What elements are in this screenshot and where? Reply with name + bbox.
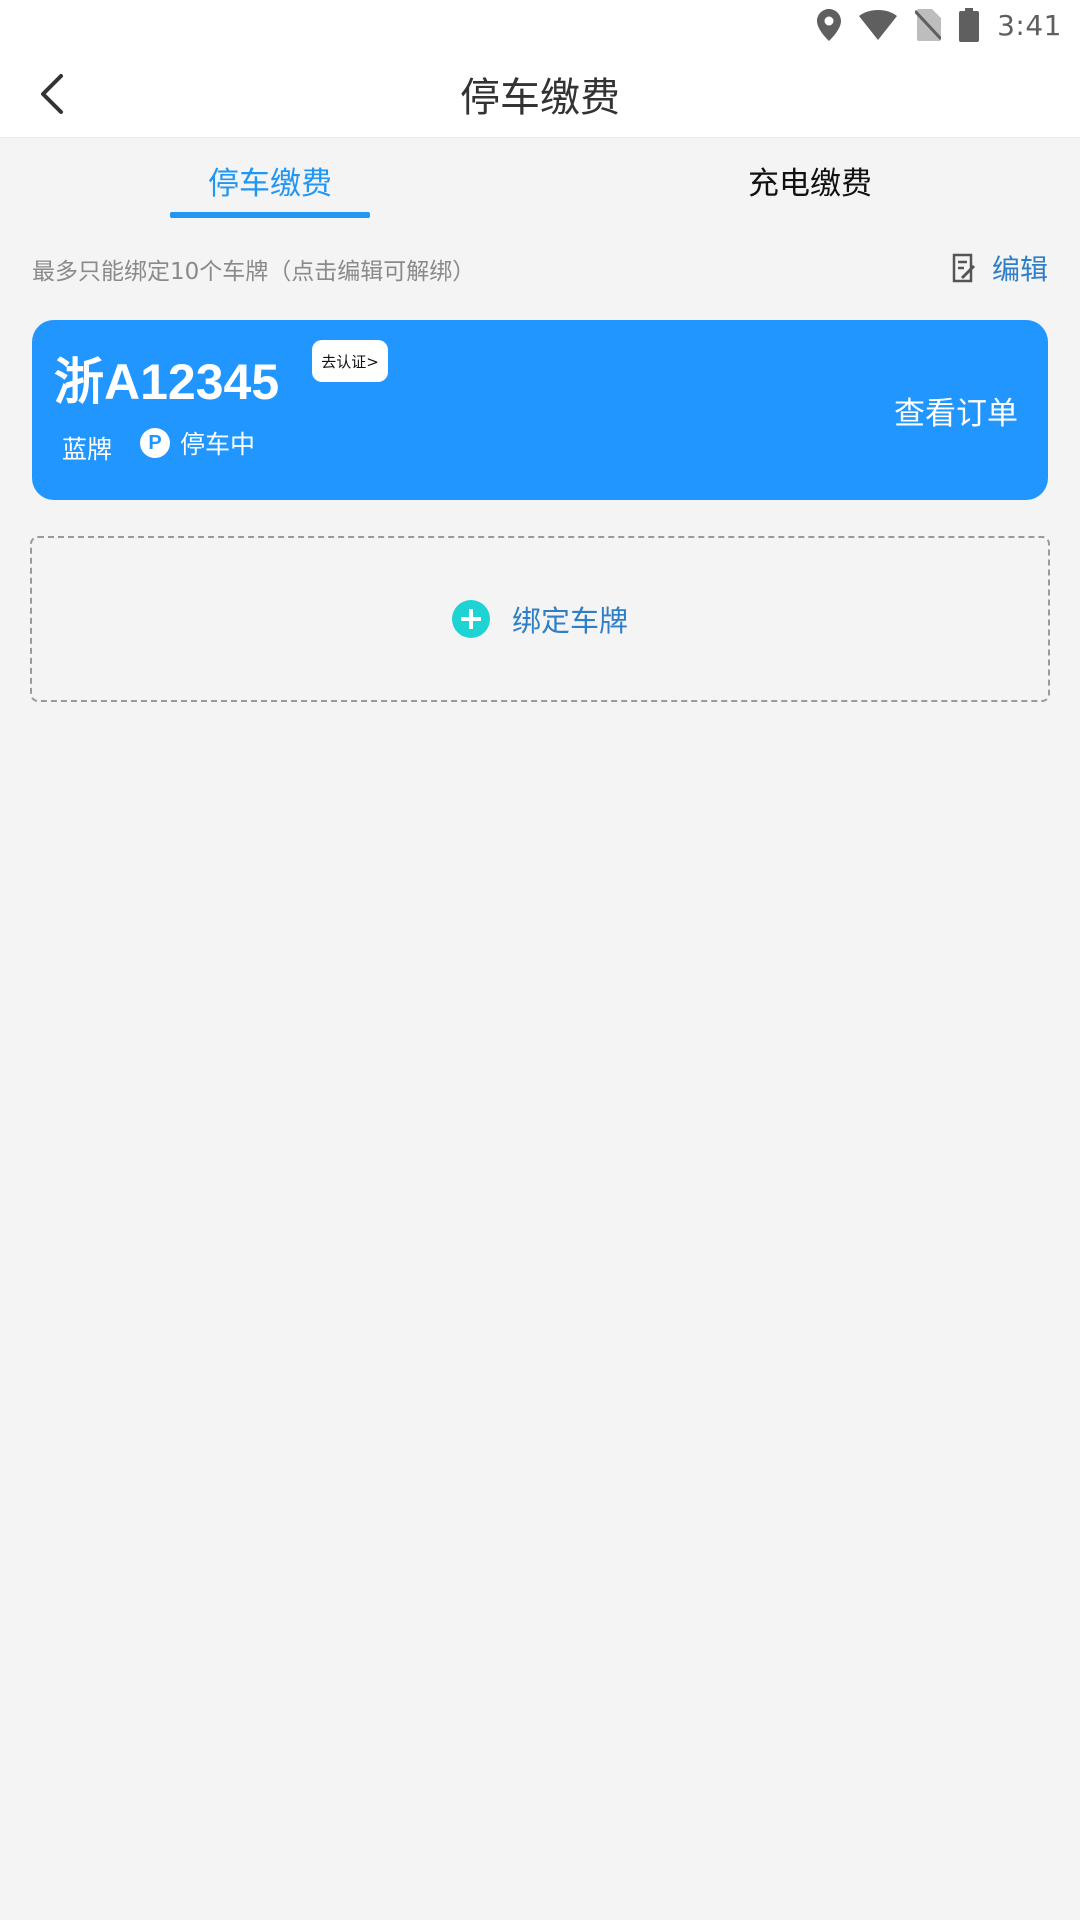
plate-card[interactable]: 浙A12345 去认证> 蓝牌 P 停车中 查看订单 (32, 320, 1048, 500)
location-icon (817, 9, 842, 41)
battery-icon (959, 8, 980, 42)
edit-note-icon (952, 253, 976, 283)
tab-charging-payment[interactable]: 充电缴费 (540, 139, 1080, 221)
parking-icon: P (140, 428, 170, 458)
bind-plate-label: 绑定车牌 (511, 604, 628, 638)
parking-status-label: 停车中 (180, 430, 256, 459)
bind-plate-button[interactable]: 绑定车牌 (30, 536, 1050, 702)
hint-row: 最多只能绑定10个车牌（点击编辑可解绑） 编辑 (0, 240, 1080, 296)
wifi-icon (859, 10, 898, 40)
plate-number: 浙A12345 (54, 354, 280, 410)
tab-bar: 停车缴费 充电缴费 (0, 139, 1080, 221)
edit-label: 编辑 (991, 253, 1048, 286)
status-time: 3:41 (997, 8, 1062, 42)
bind-limit-hint: 最多只能绑定10个车牌（点击编辑可解绑） (32, 259, 476, 285)
no-sim-icon (915, 9, 942, 41)
app-bar: 停车缴费 (0, 50, 1080, 138)
page-title: 停车缴费 (460, 75, 620, 121)
certify-button[interactable]: 去认证> (312, 340, 388, 382)
edit-button[interactable]: 编辑 (952, 244, 1048, 292)
parking-status: P 停车中 (140, 426, 255, 460)
bind-plate-content: 绑定车牌 (451, 598, 628, 640)
plate-color-label: 蓝牌 (62, 435, 113, 464)
tab-active-indicator (170, 212, 370, 218)
view-orders-button[interactable]: 查看订单 (894, 388, 1018, 433)
status-bar: 3:41 (0, 0, 1080, 50)
plus-circle-icon (451, 600, 490, 638)
tab-parking-payment[interactable]: 停车缴费 (0, 139, 540, 221)
